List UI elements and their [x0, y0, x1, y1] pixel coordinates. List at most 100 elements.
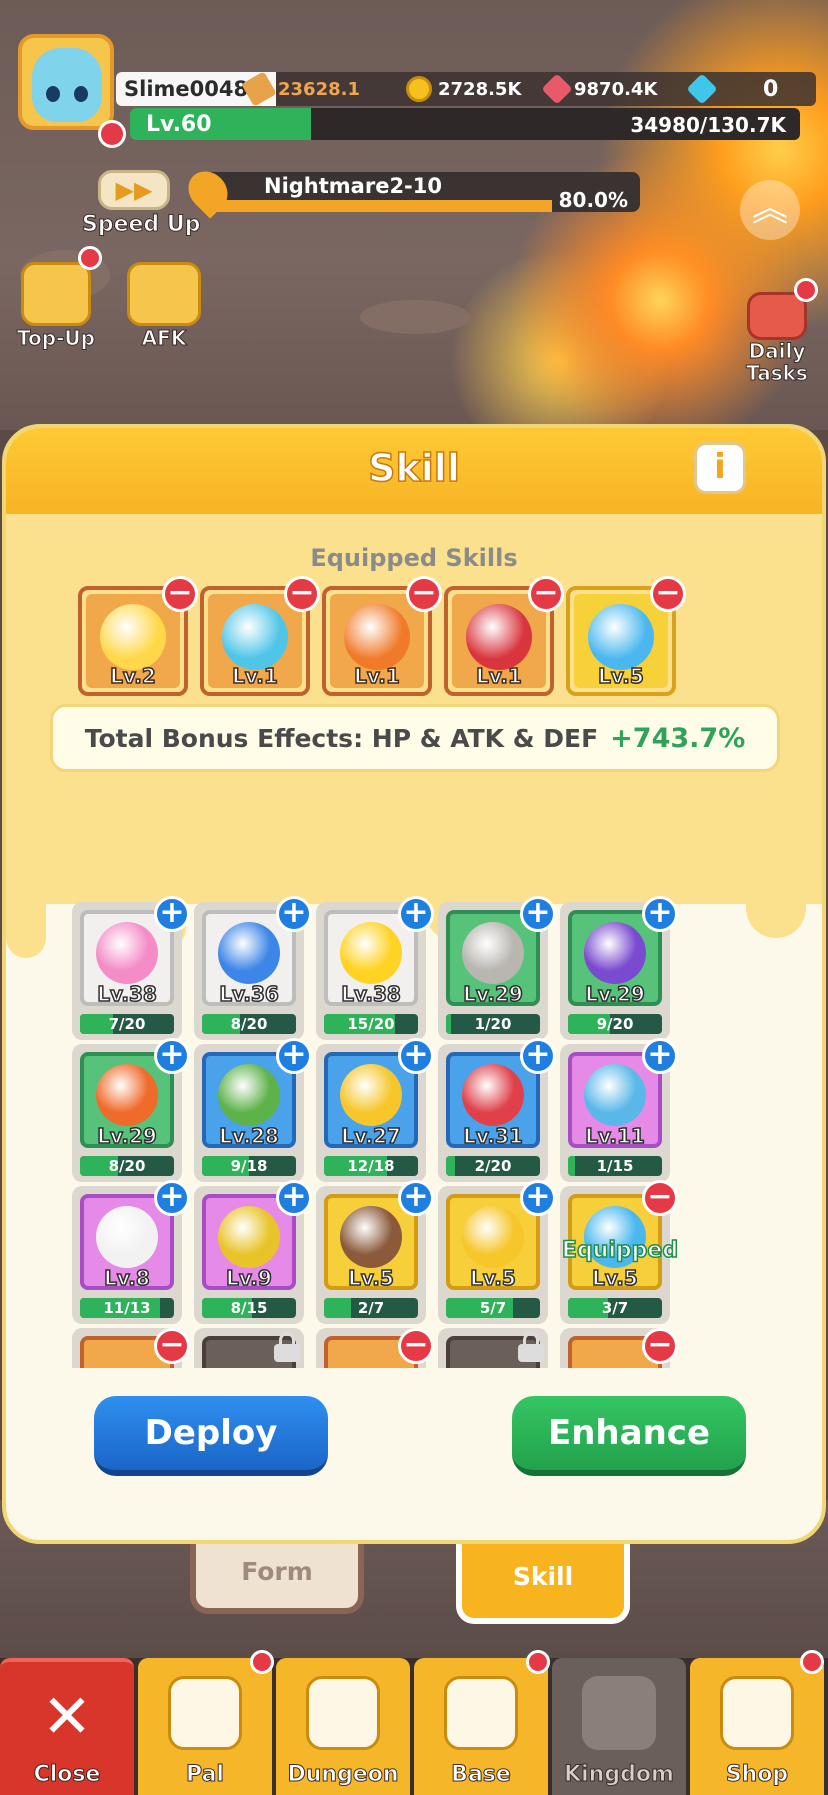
fire-bird-skill-icon	[96, 1064, 158, 1126]
skill-card[interactable]: −	[316, 1328, 434, 1368]
player-info-bar: Slime00484 23628.1 2728.5K 9870.4K 0	[116, 71, 816, 107]
skill-card[interactable]: Lv.36 8/20 +	[194, 896, 312, 1040]
equip-button[interactable]: +	[398, 896, 434, 932]
skill-card[interactable]: Lv.8 11/13 +	[72, 1180, 190, 1324]
skill-card[interactable]: Lv.29 9/20 +	[560, 896, 678, 1040]
skill-card[interactable]: Lv.29 1/20 +	[438, 896, 556, 1040]
skill-progress-bar: 5/7	[446, 1298, 540, 1318]
equip-button[interactable]: +	[642, 896, 678, 932]
unequip-button[interactable]: −	[284, 576, 320, 612]
unequip-button[interactable]: −	[406, 576, 442, 612]
skill-level: Lv.5	[591, 1265, 638, 1291]
skill-card[interactable]: −	[72, 1328, 190, 1368]
unequip-button[interactable]: −	[642, 1328, 678, 1364]
skill-card[interactable]: Lv.11 1/15 +	[560, 1038, 678, 1182]
skill-card[interactable]: Lv.5 Equipped 3/7 −	[560, 1180, 679, 1324]
skill-card[interactable]	[194, 1328, 304, 1368]
skill-card[interactable]: Lv.31 2/20 +	[438, 1038, 556, 1182]
flower-skill-icon	[100, 604, 166, 670]
enhance-button[interactable]: Enhance	[512, 1396, 746, 1476]
equip-button[interactable]: +	[276, 1038, 312, 1074]
pal-icon	[168, 1676, 242, 1750]
speed-up-label: Speed Up	[81, 212, 201, 238]
skill-card[interactable]: −	[560, 1328, 678, 1368]
skill-level: Lv.31	[462, 1123, 523, 1149]
skill-card[interactable]: Lv.38 15/20 +	[316, 896, 434, 1040]
equip-button[interactable]: +	[276, 896, 312, 932]
equip-button[interactable]: +	[154, 1038, 190, 1074]
stage-progress-bar[interactable]: Nightmare2-10 80.0%	[200, 172, 640, 212]
skill-level: Lv.5	[347, 1265, 394, 1291]
top-up-button[interactable]: Top-Up	[10, 262, 102, 351]
equip-button[interactable]: +	[398, 1038, 434, 1074]
nav-base[interactable]: Base	[414, 1658, 548, 1795]
skill-grid-partial-row: − − −	[6, 1322, 822, 1368]
nav-kingdom[interactable]: Kingdom	[552, 1658, 686, 1795]
equip-button[interactable]: +	[520, 1038, 556, 1074]
resource-red-gem[interactable]: 9870.4K	[541, 73, 657, 105]
skill-card[interactable]: Lv.29 8/20 +	[72, 1038, 190, 1182]
speed-up-button[interactable]: ▶▶	[98, 170, 170, 210]
skill-progress-text: 3/7	[601, 1299, 629, 1317]
chevron-up-icon[interactable]: ︽	[740, 180, 800, 240]
unequip-button[interactable]: −	[650, 576, 686, 612]
unequip-button[interactable]: −	[398, 1328, 434, 1364]
unequip-button[interactable]: −	[642, 1180, 678, 1216]
equip-button[interactable]: +	[154, 896, 190, 932]
red-blue-claw-skill-icon	[462, 1064, 524, 1126]
skill-card[interactable]: Lv.27 12/18 +	[316, 1038, 434, 1182]
lock-icon	[518, 1332, 544, 1362]
equip-button[interactable]: +	[520, 896, 556, 932]
nav-pal[interactable]: Pal	[138, 1658, 272, 1795]
skill-card[interactable]: Lv.5 2/7 +	[316, 1180, 434, 1324]
equip-button[interactable]: +	[154, 1180, 190, 1216]
unequip-button[interactable]: −	[154, 1328, 190, 1364]
skill-level: Lv.1	[475, 663, 522, 689]
equipped-skill-slot[interactable]: Lv.1 −	[200, 576, 320, 696]
skill-card[interactable]: Lv.5 5/7 +	[438, 1180, 556, 1324]
player-avatar[interactable]	[18, 34, 114, 130]
equip-button[interactable]: +	[276, 1180, 312, 1216]
skill-grid-scroll[interactable]: Lv.38 7/20 + Lv.36 8/20 + Lv.38 15/20 + Lv.29 1/20…	[6, 896, 822, 1368]
skill-progress-text: 9/18	[230, 1157, 268, 1175]
red-gem-skill-icon	[466, 604, 532, 670]
panel-header: Skill i	[6, 428, 822, 514]
skill-progress-bar: 7/20	[80, 1014, 174, 1034]
notification-dot	[800, 1650, 824, 1674]
equip-button[interactable]: +	[398, 1180, 434, 1216]
skill-level: Lv.38	[96, 981, 157, 1007]
green-dragon-skill-icon	[218, 1064, 280, 1126]
equipped-skill-slot[interactable]: Lv.1 −	[322, 576, 442, 696]
unequip-button[interactable]: −	[528, 576, 564, 612]
tab-skill[interactable]: Skill	[456, 1544, 630, 1624]
skill-card[interactable]: Lv.28 9/18 +	[194, 1038, 312, 1182]
skill-grid[interactable]: Lv.38 7/20 + Lv.36 8/20 + Lv.38 15/20 + Lv.29 1/20…	[6, 896, 822, 1404]
daily-tasks-button[interactable]: Daily Tasks	[732, 292, 822, 385]
nav-dungeon[interactable]: Dungeon	[276, 1658, 410, 1795]
unequip-button[interactable]: −	[162, 576, 198, 612]
skill-progress-text: 8/20	[108, 1157, 146, 1175]
skill-progress-text: 2/7	[357, 1299, 385, 1317]
resource-hammer[interactable]: 23628.1	[241, 71, 360, 107]
skill-card[interactable]: Lv.38 7/20 +	[72, 896, 190, 1040]
equipped-skill-slot[interactable]: Lv.5 −	[566, 576, 686, 696]
nav-shop[interactable]: Shop	[690, 1658, 824, 1795]
resource-gold[interactable]: 2728.5K	[406, 76, 521, 102]
resource-diamond[interactable]: 0	[686, 73, 778, 105]
equipped-skill-slot[interactable]: Lv.2 −	[78, 576, 198, 696]
meteor-skill-icon	[340, 1206, 402, 1268]
equip-button[interactable]: +	[520, 1180, 556, 1216]
deploy-button[interactable]: Deploy	[94, 1396, 328, 1476]
skill-level: Lv.9	[225, 1265, 272, 1291]
skill-card[interactable]: Lv.9 8/15 +	[194, 1180, 312, 1324]
info-button[interactable]: i	[694, 442, 746, 494]
skill-card[interactable]	[438, 1328, 548, 1368]
tab-form[interactable]: Form	[190, 1544, 364, 1614]
skill-level: Lv.27	[340, 1123, 401, 1149]
skill-progress-text: 1/20	[474, 1015, 512, 1033]
nav-close[interactable]: ✕ Close	[0, 1658, 134, 1795]
afk-button[interactable]: AFK	[118, 262, 210, 351]
equipped-skill-slot[interactable]: Lv.1 −	[444, 576, 564, 696]
skill-progress-bar: 12/18	[324, 1156, 418, 1176]
equip-button[interactable]: +	[642, 1038, 678, 1074]
